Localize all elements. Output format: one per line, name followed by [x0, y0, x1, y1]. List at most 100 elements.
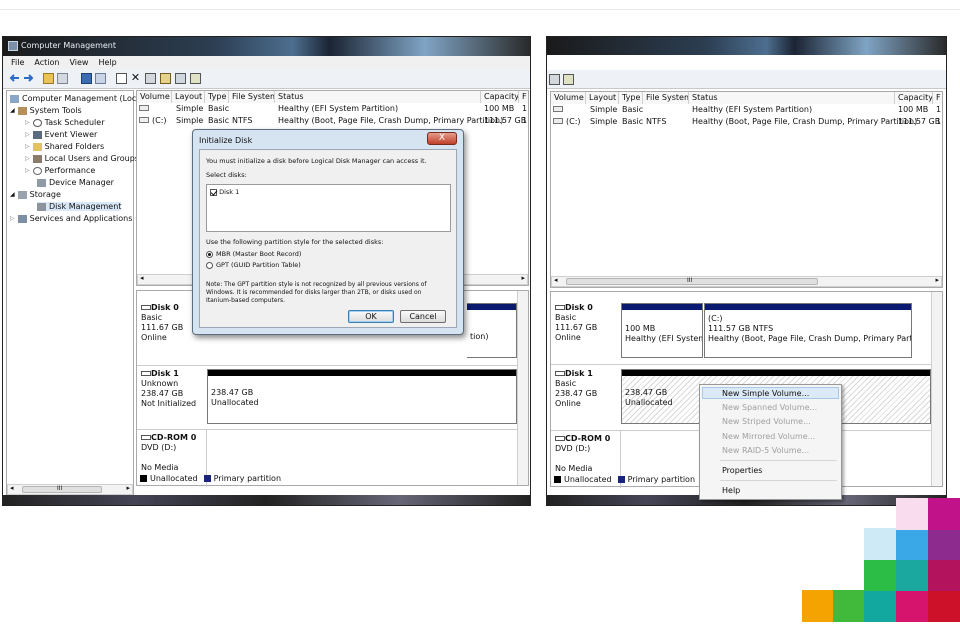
cdrom-label[interactable]: CD-ROM 0 DVD (D:) No Media	[555, 434, 619, 474]
cancel-button[interactable]: Cancel	[400, 310, 446, 323]
cdrom-icon	[141, 435, 151, 440]
col-status[interactable]: Status	[689, 92, 895, 104]
new-icon[interactable]	[190, 73, 201, 84]
list-scroll-thumb[interactable]: III	[566, 277, 818, 285]
legend-primary-swatch	[617, 476, 625, 483]
list-horizontal-scrollbar[interactable]: ◂ III ▸	[551, 276, 942, 287]
col-type[interactable]: Type	[205, 91, 229, 103]
computer-icon	[10, 94, 19, 103]
col-layout[interactable]: Layout	[172, 91, 205, 103]
disk1-checkbox[interactable]	[210, 188, 217, 196]
users-icon	[32, 154, 42, 163]
col-layout[interactable]: Layout	[586, 92, 619, 104]
disk1-label[interactable]: Disk 1 Unknown 238.47 GB Not Initialized	[141, 369, 205, 409]
services-icon	[17, 214, 27, 223]
clock-icon	[32, 118, 42, 127]
col-status[interactable]: Status	[275, 91, 481, 103]
disk-map-vertical-scrollbar[interactable]	[517, 291, 528, 485]
up-folder-icon[interactable]	[43, 73, 54, 84]
disk1-label[interactable]: Disk 1 Basic 238.47 GB Online	[555, 369, 619, 409]
initialize-disk-dialog: Initialize Disk X You must initialize a …	[192, 129, 464, 335]
back-arrow-icon[interactable]	[9, 73, 20, 84]
legend-unallocated-swatch	[554, 476, 561, 483]
tree-scroll-thumb[interactable]: III	[22, 485, 102, 493]
cdrom-label[interactable]: CD-ROM 0 DVD (D:) No Media	[141, 433, 205, 473]
col-type[interactable]: Type	[619, 92, 643, 104]
gpt-note-line-3: Itanium-based computers.	[206, 297, 286, 304]
menu-new-mirrored-volume[interactable]: New Mirrored Volume...	[722, 432, 815, 441]
col-file-system[interactable]: File System	[229, 91, 275, 103]
tree-item-device-manager[interactable]: Device Manager	[37, 178, 114, 187]
device-manager-icon	[37, 178, 46, 187]
efi-partition[interactable]: 100 MB Healthy (EFI System I	[621, 303, 703, 358]
disk0-partition-partial[interactable]: tion)	[467, 303, 517, 358]
col-capacity[interactable]: Capacity	[481, 91, 519, 103]
col-f[interactable]: F	[519, 91, 528, 103]
volume-drive-icon	[139, 117, 149, 123]
disk1-unallocated-partition[interactable]: 238.47 GB Unallocated	[207, 369, 517, 424]
disk1-checkbox-item[interactable]: Disk 1	[210, 188, 239, 196]
legend-primary-swatch	[203, 475, 211, 482]
col-volume[interactable]: Volume	[137, 91, 172, 103]
mosaic-logo	[802, 498, 960, 622]
ok-button[interactable]: OK	[348, 310, 394, 323]
open-folder-icon[interactable]	[160, 73, 171, 84]
tree-item-storage[interactable]: ◢ Storage	[10, 190, 61, 199]
menu-view[interactable]: View	[69, 58, 88, 67]
disk0-label[interactable]: Disk 0 Basic 111.67 GB Online	[555, 303, 619, 343]
help-icon[interactable]	[81, 73, 92, 84]
gpt-note-line-1: Note: The GPT partition style is not rec…	[206, 281, 427, 288]
tree-item-computer-management[interactable]: Computer Management (Local	[10, 94, 143, 103]
mbr-radio[interactable]	[206, 250, 213, 258]
properties-icon[interactable]	[95, 73, 106, 84]
menu-help[interactable]: Help	[722, 486, 740, 495]
tree-horizontal-scrollbar[interactable]: ◂ III ▸	[7, 484, 133, 495]
volume-drive-icon	[553, 106, 563, 112]
check-icon[interactable]	[145, 73, 156, 84]
check-icon[interactable]	[549, 74, 560, 85]
col-volume[interactable]: Volume	[551, 92, 586, 104]
menu-new-spanned-volume[interactable]: New Spanned Volume...	[722, 403, 817, 412]
menu-action[interactable]: Action	[34, 58, 59, 67]
col-capacity[interactable]: Capacity	[895, 92, 933, 104]
disk-icon	[141, 305, 151, 310]
menu-new-simple-volume[interactable]: New Simple Volume...	[722, 389, 809, 398]
toolbar: ✕	[3, 69, 530, 89]
tree-item-event-viewer[interactable]: ▷ Event Viewer	[25, 130, 97, 139]
new-icon[interactable]	[563, 74, 574, 85]
legend: Unallocated Primary partition	[140, 474, 281, 483]
tree-item-local-users[interactable]: ▷ Local Users and Groups	[25, 154, 139, 163]
col-file-system[interactable]: File System	[643, 92, 689, 104]
tree-item-services-applications[interactable]: ▷ Services and Applications	[10, 214, 132, 223]
disk-listbox[interactable]: Disk 1	[206, 184, 451, 232]
menu-file[interactable]: File	[11, 58, 24, 67]
forward-arrow-icon[interactable]	[23, 73, 34, 84]
gpt-radio-option[interactable]: GPT (GUID Partition Table)	[206, 261, 301, 269]
tree-item-performance[interactable]: ▷ Performance	[25, 166, 95, 175]
tree-item-disk-management[interactable]: Disk Management	[37, 202, 122, 211]
delete-x-icon[interactable]: ✕	[130, 72, 141, 84]
refresh-icon[interactable]	[116, 73, 127, 84]
disk-icon	[555, 371, 565, 376]
dialog-intro: You must initialize a disk before Logica…	[206, 157, 427, 165]
show-hide-tree-icon[interactable]	[57, 73, 68, 84]
close-button[interactable]: X	[427, 132, 457, 145]
menu-properties[interactable]: Properties	[722, 466, 762, 475]
col-f[interactable]: F	[933, 92, 942, 104]
mosaic-tile	[928, 498, 960, 530]
search-icon[interactable]	[175, 73, 186, 84]
menu-new-raid5-volume[interactable]: New RAID-5 Volume...	[722, 446, 809, 455]
gpt-radio[interactable]	[206, 261, 213, 269]
menu-help[interactable]: Help	[98, 58, 116, 67]
menu-new-striped-volume[interactable]: New Striped Volume...	[722, 417, 811, 426]
tree-item-task-scheduler[interactable]: ▷ Task Scheduler	[25, 118, 104, 127]
legend: Unallocated Primary partition	[554, 475, 695, 484]
menu-bar: File Action View Help	[3, 56, 530, 69]
gpt-note-line-2: Windows. It is recommended for disks lar…	[206, 289, 422, 296]
disk-map-vertical-scrollbar[interactable]	[931, 292, 942, 486]
mbr-radio-option[interactable]: MBR (Master Boot Record)	[206, 250, 301, 258]
tree-item-system-tools[interactable]: ◢ System Tools	[10, 106, 82, 115]
mosaic-tile	[833, 590, 865, 622]
tree-item-shared-folders[interactable]: ▷ Shared Folders	[25, 142, 104, 151]
c-drive-partition[interactable]: (C:) 111.57 GB NTFS Healthy (Boot, Page …	[704, 303, 912, 358]
